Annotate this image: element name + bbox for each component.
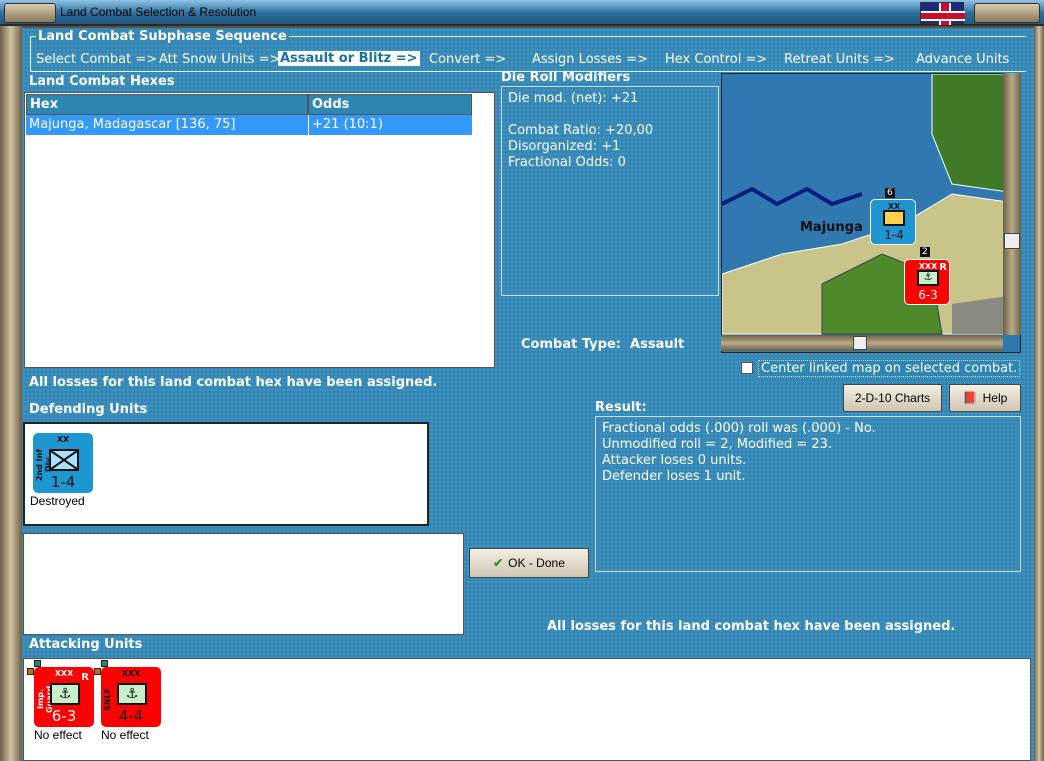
infantry-icon — [49, 449, 79, 471]
checkmark-icon: ✔ — [493, 556, 504, 570]
window-controls[interactable] — [974, 3, 1040, 23]
step-select-combat: Select Combat => — [36, 52, 158, 67]
attacker-counter[interactable]: XXX SNLF ⚓ 4-4 — [101, 667, 161, 727]
hex-cell: Majunga, Madagascar [136, 75] — [29, 117, 236, 132]
attacker-counter[interactable]: XXX R Imp. Guard ⚓ 6-3 — [34, 667, 94, 727]
unit-status: Destroyed — [30, 494, 85, 508]
stack-count: 2 — [920, 247, 930, 257]
charts-button-label: 2-D-10 Charts — [854, 391, 931, 405]
linked-map[interactable]: Majunga 6 XX 1-4 2 XXX R ⚓ 6-3 — [721, 73, 1021, 353]
step-att-snow: Att Snow Units => — [159, 52, 281, 67]
modifier-line: Combat Ratio: +20,00 — [508, 123, 654, 138]
charts-button[interactable]: 2-D-10 Charts — [843, 384, 942, 412]
map-city-label: Majunga — [800, 220, 863, 235]
marine-anchor-icon: ⚓ — [117, 683, 147, 705]
combat-type-label: Combat Type: — [521, 337, 621, 352]
step-advance: Advance Units — [916, 52, 1010, 67]
result-line: Unmodified roll = 2, Modified = 23. — [602, 437, 833, 452]
defender-counter[interactable]: XX 2nd Inf Div 1-4 — [33, 433, 93, 493]
column-odds[interactable]: Odds — [308, 94, 472, 115]
die-roll-modifiers-title: Die Roll Modifiers — [501, 70, 631, 85]
losses-assigned-message-2: All losses for this land combat hex have… — [547, 619, 956, 634]
defending-units-box: XX 2nd Inf Div 1-4 Destroyed — [23, 422, 429, 526]
window-frame-left — [0, 26, 22, 761]
attacking-units-title: Attacking Units — [29, 637, 143, 652]
result-line: Fractional odds (.000) roll was (.000) -… — [602, 421, 876, 436]
window-menu-button[interactable] — [4, 3, 56, 23]
step-assault-blitz: Assault or Blitz => — [278, 51, 420, 66]
burning-infantry-icon — [883, 210, 905, 226]
ok-done-button[interactable]: ✔ OK - Done — [469, 548, 589, 578]
status-dot — [34, 660, 41, 667]
map-defender-counter[interactable]: XX 1-4 — [870, 199, 916, 245]
reserve-marker: R — [81, 672, 89, 683]
combat-type: Combat Type: Assault — [521, 337, 684, 352]
modifier-line: Disorganized: +1 — [508, 139, 621, 154]
status-dot — [101, 660, 108, 667]
step-assign-losses: Assign Losses => — [532, 52, 648, 67]
attacking-units-box: XXX R Imp. Guard ⚓ 6-3 No effect XXX SNL… — [23, 658, 1031, 761]
defending-units-title: Defending Units — [29, 402, 148, 417]
scroll-thumb[interactable] — [853, 336, 867, 350]
result-line: Defender loses 1 unit. — [602, 469, 746, 484]
unit-strength: 1-4 — [884, 228, 904, 242]
odds-cell: +21 (10:1) — [308, 115, 386, 135]
ok-button-label: OK - Done — [508, 556, 565, 570]
unit-status: No effect — [101, 728, 149, 742]
marine-anchor-icon: ⚓ — [50, 683, 80, 705]
modifier-line: Fractional Odds: 0 — [508, 155, 626, 170]
empty-list-box — [23, 533, 464, 635]
marine-anchor-icon: ⚓ — [917, 270, 939, 286]
column-hex[interactable]: Hex — [26, 94, 308, 115]
window-title: Land Combat Selection & Resolution — [60, 5, 257, 19]
combat-type-value: Assault — [630, 337, 685, 352]
window-frame-right — [1034, 26, 1044, 761]
die-roll-modifiers-box: Die mod. (net): +21 Combat Ratio: +20,00… — [501, 86, 719, 296]
sequence-title: Land Combat Subphase Sequence — [36, 29, 289, 44]
step-convert: Convert => — [429, 52, 507, 67]
stack-count: 6 — [885, 188, 895, 198]
map-attacker-counter[interactable]: XXX R ⚓ 6-3 — [904, 259, 950, 305]
step-retreat: Retreat Units => — [784, 52, 895, 67]
step-hex-control: Hex Control => — [665, 52, 768, 67]
losses-assigned-message: All losses for this land combat hex have… — [29, 375, 438, 390]
center-map-label[interactable]: Center linked map on selected combat. — [758, 360, 1021, 377]
reserve-marker: R — [939, 262, 947, 273]
result-line: Attacker loses 0 units. — [602, 453, 747, 468]
unit-status: No effect — [34, 728, 82, 742]
title-bar: Land Combat Selection & Resolution — [0, 0, 1044, 26]
modifier-line: Die mod. (net): +21 — [508, 91, 639, 106]
status-dot — [94, 668, 101, 675]
help-button-label: Help — [982, 391, 1008, 405]
help-button[interactable]: 📕 Help — [949, 384, 1021, 412]
land-combat-hexes-title: Land Combat Hexes — [29, 74, 175, 89]
table-row[interactable]: Majunga, Madagascar [136, 75] +21 (10:1) — [26, 115, 472, 135]
result-box: Fractional odds (.000) roll was (.000) -… — [595, 416, 1021, 572]
combat-hex-table: Hex Odds Majunga, Madagascar [136, 75] +… — [24, 92, 495, 368]
center-map-checkbox[interactable] — [741, 362, 753, 374]
unit-strength: 4-4 — [118, 707, 144, 725]
main-panel: Land Combat Subphase Sequence Select Com… — [22, 28, 1034, 761]
unit-strength: 1-4 — [50, 473, 76, 491]
map-horizontal-scrollbar[interactable] — [721, 335, 1003, 351]
unit-strength: 6-3 — [918, 288, 938, 302]
unit-strength: 6-3 — [51, 707, 77, 725]
modifier-line — [508, 107, 712, 123]
status-dot — [27, 668, 34, 675]
map-vertical-scrollbar[interactable] — [1003, 73, 1021, 335]
scroll-thumb[interactable] — [1004, 233, 1020, 249]
result-title: Result: — [595, 400, 647, 415]
book-icon: 📕 — [962, 391, 978, 405]
uk-flag-icon — [920, 2, 965, 25]
